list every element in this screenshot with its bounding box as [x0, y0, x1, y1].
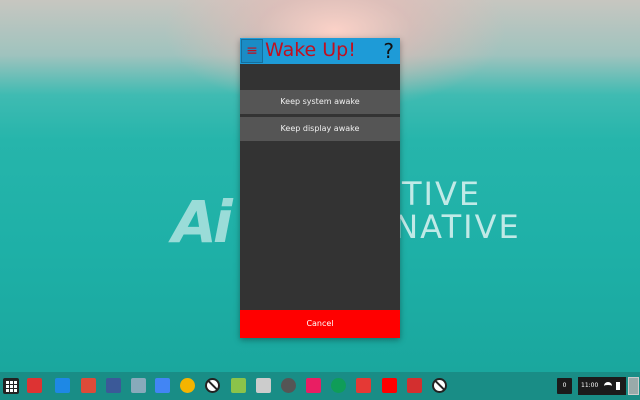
maps-icon[interactable] [231, 378, 246, 393]
chrome-icon[interactable] [180, 378, 195, 393]
blocked-app-icon[interactable] [205, 378, 220, 393]
youtube-icon[interactable] [382, 378, 397, 393]
avatar[interactable] [628, 377, 639, 395]
wallpaper-logo: Ai [172, 188, 233, 256]
launcher-icon[interactable] [3, 378, 19, 394]
clock: 11:00 [581, 382, 599, 389]
red-app-icon[interactable] [356, 378, 371, 393]
keep-system-awake-button[interactable]: Keep system awake [240, 90, 400, 114]
google-plus-icon[interactable] [81, 378, 96, 393]
shelf: 0 11:00 [0, 372, 640, 400]
app-header: ≡ Wake Up! ? [240, 38, 400, 64]
facebook-icon[interactable] [106, 378, 121, 393]
record-app-icon[interactable] [407, 378, 422, 393]
photos-icon[interactable] [306, 378, 321, 393]
tray-counter[interactable]: 0 [557, 378, 572, 394]
docs-icon[interactable] [155, 378, 170, 393]
cancel-button[interactable]: Cancel [240, 310, 400, 338]
files-icon[interactable] [55, 378, 70, 393]
keep-display-awake-button[interactable]: Keep display awake [240, 117, 400, 141]
gear-app-icon[interactable] [281, 378, 296, 393]
battery-icon [616, 382, 620, 390]
app-title: Wake Up! [265, 39, 356, 61]
wake-up-app-icon[interactable] [27, 378, 42, 393]
star-app-icon[interactable] [256, 378, 271, 393]
wifi-icon [604, 382, 612, 390]
help-button[interactable]: ? [383, 39, 394, 63]
image-app-icon[interactable] [131, 378, 146, 393]
chrome-icon-2[interactable] [331, 378, 346, 393]
blocked-app-icon-2[interactable] [432, 378, 447, 393]
menu-button[interactable]: ≡ [241, 39, 263, 63]
wake-up-window: ≡ Wake Up! ? Keep system awake Keep disp… [240, 38, 400, 338]
status-tray[interactable]: 11:00 [578, 377, 626, 395]
